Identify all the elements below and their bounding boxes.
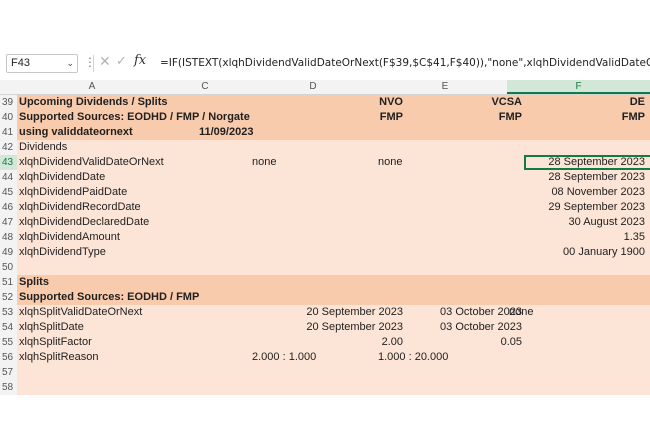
row-cells[interactable]: xlqhDividendValidDateOrNext none none 28 Se… [17,155,650,170]
cell-f-39[interactable]: DE [509,95,645,110]
cell-f-40[interactable]: FMP [509,110,645,125]
table-row[interactable]: 56 xlqhSplitReason 2.000 : 1.000 1.000 : 20… [0,350,650,365]
more-options-icon[interactable]: ⋮ [84,55,96,69]
cell-a-47[interactable]: xlqhDividendDeclaredDate [19,215,259,230]
cell-a-42[interactable]: Dividends [19,140,259,155]
formula-bar: F43 ⌄ ⋮ ✕ ✓ fx =IF(ISTEXT(xlqhDividendVa… [0,50,650,78]
cell-a-49[interactable]: xlqhDividendType [19,245,259,260]
cell-c-56[interactable]: 2.000 : 1.000 [252,350,332,365]
cell-a-53[interactable]: xlqhSplitValidDateOrNext [19,305,259,320]
cancel-icon[interactable]: ✕ [99,53,111,70]
cell-a-48[interactable]: xlqhDividendAmount [19,230,259,245]
row-cells[interactable]: Splits [17,275,650,290]
confirm-icon[interactable]: ✓ [116,53,127,69]
cell-f-46[interactable]: 29 September 2023 [509,200,645,215]
row-cells[interactable]: Dividends [17,140,650,155]
cell-a-45[interactable]: xlqhDividendPaidDate [19,185,259,200]
active-cell-border [524,155,650,170]
name-box[interactable]: F43 ⌄ [6,54,78,73]
cell-f-53[interactable]: none [509,305,569,320]
chevron-down-icon[interactable]: ⌄ [66,55,74,72]
cell-a-39[interactable]: Upcoming Dividends / Splits [19,95,259,110]
column-header-c[interactable]: C [167,80,243,94]
table-row[interactable]: 47 xlqhDividendDeclaredDate 30 August 2023 [0,215,650,230]
table-row[interactable]: 42 Dividends [0,140,650,155]
cell-a-54[interactable]: xlqhSplitDate [19,320,259,335]
cell-a-44[interactable]: xlqhDividendDate [19,170,259,185]
column-header-d[interactable]: D [243,80,383,94]
row-cells[interactable]: xlqhDividendType 00 January 1900 [17,245,650,260]
cell-a-51[interactable]: Splits [19,275,259,290]
table-row[interactable]: 58 [0,380,650,395]
column-header-f[interactable]: F [507,80,650,94]
cell-a-40[interactable]: Supported Sources: EODHD / FMP / Norgate [19,110,259,125]
formula-input[interactable]: =IF(ISTEXT(xlqhDividendValidDateOrNext(F… [160,52,650,74]
row-cells[interactable] [17,260,650,275]
row-cells[interactable]: Supported Sources: EODHD / FMP / Norgate… [17,110,650,125]
table-row[interactable]: 49 xlqhDividendType 00 January 1900 [0,245,650,260]
row-cells[interactable]: xlqhDividendDeclaredDate 30 August 2023 [17,215,650,230]
cell-d-54[interactable]: 20 September 2023 [252,320,403,335]
table-row[interactable]: 50 [0,260,650,275]
cell-d-39[interactable]: NVO [252,95,403,110]
table-row[interactable]: 40 Supported Sources: EODHD / FMP / Norga… [0,110,650,125]
cell-a-56[interactable]: xlqhSplitReason [19,350,259,365]
cell-a-43[interactable]: xlqhDividendValidDateOrNext [19,155,259,170]
table-row[interactable]: 44 xlqhDividendDate 28 September 2023 [0,170,650,185]
table-row[interactable]: 54 xlqhSplitDate 20 September 2023 03 Octob… [0,320,650,335]
cell-c-41[interactable]: 11/09/2023 [199,125,279,140]
cell-a-55[interactable]: xlqhSplitFactor [19,335,259,350]
row-cells[interactable]: xlqhSplitReason 2.000 : 1.000 1.000 : 20.0… [17,350,650,365]
cell-e-40[interactable]: FMP [382,110,522,125]
cell-f-45[interactable]: 08 November 2023 [509,185,645,200]
cell-e-39[interactable]: VCSA [382,95,522,110]
column-headers: A C D E F [0,80,650,95]
cell-e-55[interactable]: 0.05 [382,335,522,350]
row-cells[interactable]: xlqhDividendRecordDate 29 September 2023 [17,200,650,215]
cell-e-54[interactable]: 03 October 2023 [382,320,522,335]
table-row[interactable]: 46 xlqhDividendRecordDate 29 September 202… [0,200,650,215]
column-header-e[interactable]: E [383,80,507,94]
cell-a-52[interactable]: Supported Sources: EODHD / FMP [19,290,259,305]
table-row[interactable]: 48 xlqhDividendAmount 1.35 [0,230,650,245]
row-cells[interactable]: xlqhSplitValidDateOrNext 20 September 202… [17,305,650,320]
cell-f-49[interactable]: 00 January 1900 [509,245,645,260]
spreadsheet-grid[interactable]: A C D E F 39 Upcoming Dividends / Splits N… [0,80,650,395]
table-row[interactable]: 39 Upcoming Dividends / Splits NVO VCSA DE [0,95,650,110]
table-row[interactable]: 53 xlqhSplitValidDateOrNext 20 September 2… [0,305,650,320]
row-cells[interactable]: Supported Sources: EODHD / FMP [17,290,650,305]
table-row[interactable]: 57 [0,365,650,380]
table-row[interactable]: 55 xlqhSplitFactor 2.00 0.05 [0,335,650,350]
row-cells[interactable]: Upcoming Dividends / Splits NVO VCSA DE [17,95,650,110]
cell-d-55[interactable]: 2.00 [252,335,403,350]
cell-d-40[interactable]: FMP [252,110,403,125]
name-box-value: F43 [11,57,30,69]
insert-function-icon[interactable]: fx [134,53,146,68]
row-cells[interactable]: xlqhSplitDate 20 September 2023 03 October… [17,320,650,335]
cell-d-53[interactable]: 20 September 2023 [252,305,403,320]
table-row[interactable]: 52 Supported Sources: EODHD / FMP [0,290,650,305]
column-header-a[interactable]: A [17,80,167,94]
row-cells[interactable]: xlqhSplitFactor 2.00 0.05 [17,335,650,350]
cell-e-53[interactable]: 03 October 2023 [382,305,522,320]
cell-a-46[interactable]: xlqhDividendRecordDate [19,200,259,215]
cell-f-44[interactable]: 28 September 2023 [509,170,645,185]
row-cells[interactable] [17,365,650,380]
cell-f-48[interactable]: 1.35 [509,230,645,245]
table-row[interactable]: 45 xlqhDividendPaidDate 08 November 2023 [0,185,650,200]
row-cells[interactable] [17,380,650,395]
cell-d-43[interactable]: none [378,155,458,170]
row-cells[interactable]: using validdateornext 11/09/2023 [17,125,650,140]
table-row[interactable]: 51 Splits [0,275,650,290]
table-row[interactable]: 41 using validdateornext 11/09/2023 [0,125,650,140]
row-cells[interactable]: xlqhDividendAmount 1.35 [17,230,650,245]
row-cells[interactable]: xlqhDividendPaidDate 08 November 2023 [17,185,650,200]
cell-c-43[interactable]: none [252,155,332,170]
cell-d-56[interactable]: 1.000 : 20.000 [378,350,478,365]
table-row[interactable]: 43 xlqhDividendValidDateOrNext none none 28 … [0,155,650,170]
cell-f-47[interactable]: 30 August 2023 [509,215,645,230]
divider [93,55,94,72]
row-cells[interactable]: xlqhDividendDate 28 September 2023 [17,170,650,185]
